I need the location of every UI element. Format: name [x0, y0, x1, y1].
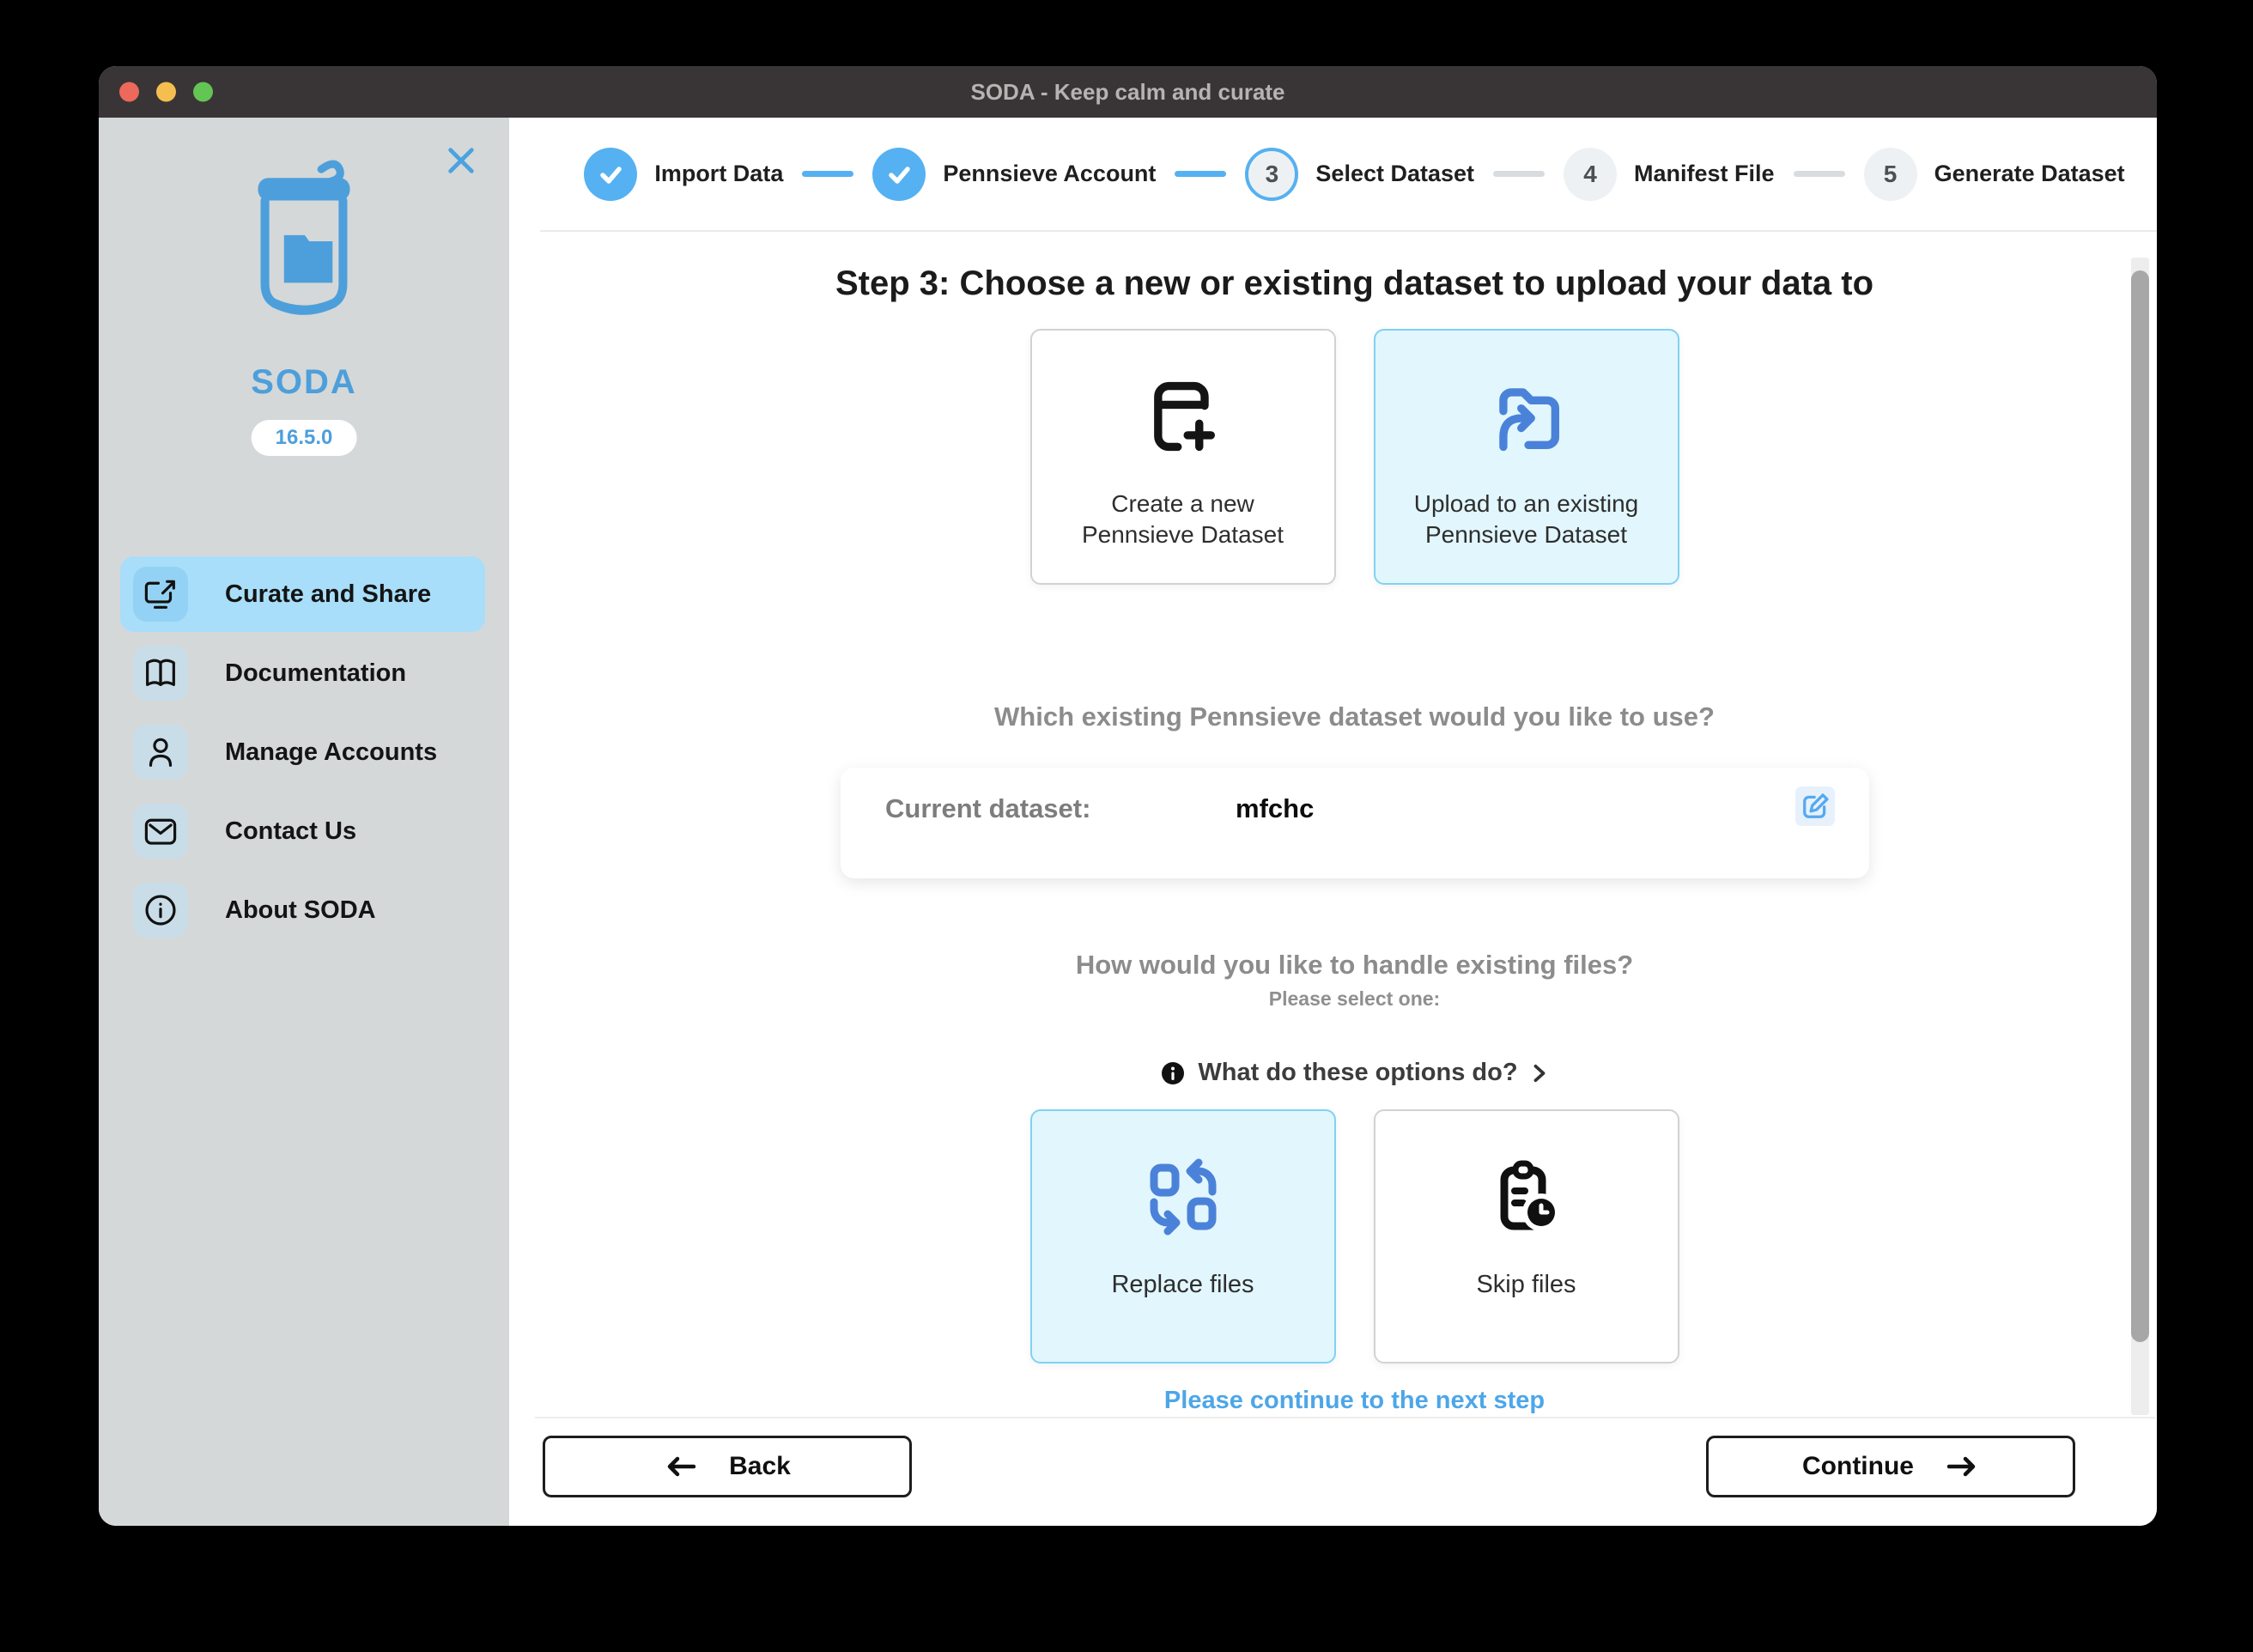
sidebar-item-about-soda[interactable]: About SODA: [120, 872, 485, 948]
card-label: Skip files: [1476, 1271, 1576, 1298]
zoom-window-button[interactable]: [193, 82, 213, 102]
arrow-left-icon: [667, 1456, 696, 1477]
sidebar-item-manage-accounts[interactable]: Manage Accounts: [120, 714, 485, 790]
step-number: 5: [1883, 160, 1898, 187]
page-title: Step 3: Choose a new or existing dataset…: [835, 264, 1874, 302]
step-5-circle: 5: [1863, 147, 1917, 201]
step-3-circle: 3: [1245, 147, 1299, 201]
stepper-divider: [540, 230, 2157, 232]
sidebar-nav: Curate and Share Documentation Manage Ac…: [120, 556, 485, 948]
sidebar-item-label: Contact Us: [225, 817, 357, 845]
current-dataset-value: mfchc: [1236, 793, 1315, 823]
arrow-right-icon: [1946, 1456, 1976, 1477]
handle-files-question: How would you like to handle existing fi…: [1075, 950, 1634, 980]
chevron-right-icon: [1533, 1064, 1545, 1082]
sidebar-item-label: Documentation: [225, 659, 407, 687]
step-label: Import Data: [654, 161, 784, 186]
sidebar-item-documentation[interactable]: Documentation: [120, 635, 485, 711]
skip-files-card[interactable]: Skip files: [1373, 1109, 1679, 1364]
step-number: 3: [1265, 160, 1279, 187]
existing-dataset-question: Which existing Pennsieve dataset would y…: [994, 701, 1715, 732]
info-filled-icon: [1162, 1061, 1185, 1084]
mail-icon: [133, 804, 188, 859]
traffic-lights: [119, 82, 213, 102]
scrollbar-track[interactable]: [2131, 258, 2149, 1415]
version-badge: 16.5.0: [251, 420, 357, 456]
continue-button[interactable]: Continue: [1706, 1436, 2075, 1497]
continue-button-label: Continue: [1802, 1452, 1914, 1480]
step-select-dataset[interactable]: 3 Select Dataset: [1245, 147, 1475, 201]
step-label: Pennsieve Account: [943, 161, 1157, 186]
step-4-circle: 4: [1564, 147, 1618, 201]
step-2-check-icon: [872, 147, 926, 201]
upload-existing-dataset-card[interactable]: Upload to an existing Pennsieve Dataset: [1373, 329, 1679, 585]
step-1-check-icon: [584, 147, 638, 201]
card-label: Create a new Pennsieve Dataset: [1081, 490, 1284, 549]
options-help-link[interactable]: What do these options do?: [552, 1059, 2157, 1087]
sidebar-item-contact-us[interactable]: Contact Us: [120, 793, 485, 869]
app-name: SODA: [251, 363, 357, 401]
step-manifest-file[interactable]: 4 Manifest File: [1564, 147, 1775, 201]
step-pennsieve-account[interactable]: Pennsieve Account: [872, 147, 1157, 201]
stepper-connector: [1493, 171, 1546, 177]
main-content: Import Data Pennsieve Account 3 Select D…: [509, 118, 2157, 1526]
continue-hint: Please continue to the next step: [1163, 1387, 1546, 1414]
step-generate-dataset[interactable]: 5 Generate Dataset: [1863, 147, 2125, 201]
stepper-connector: [802, 171, 854, 177]
share-monitor-icon: [133, 567, 188, 622]
progress-stepper: Import Data Pennsieve Account 3 Select D…: [552, 118, 2157, 230]
titlebar: SODA - Keep calm and curate: [99, 66, 2157, 118]
step-number: 4: [1583, 160, 1597, 187]
clipboard-clock-icon: [1485, 1154, 1568, 1240]
create-new-dataset-card[interactable]: Create a new Pennsieve Dataset: [1029, 329, 1336, 585]
step-label: Manifest File: [1634, 161, 1775, 186]
dataset-add-icon: [1140, 374, 1226, 459]
card-label: Upload to an existing Pennsieve Dataset: [1413, 490, 1639, 549]
current-dataset-label: Current dataset:: [885, 793, 1091, 823]
edit-dataset-button[interactable]: [1795, 787, 1835, 826]
folder-arrow-icon: [1484, 374, 1570, 459]
sidebar-item-curate-and-share[interactable]: Curate and Share: [120, 556, 485, 632]
info-icon: [133, 883, 188, 938]
sidebar: SODA 16.5.0 Curate and Share Documentati…: [99, 118, 509, 1526]
options-help-label: What do these options do?: [1198, 1059, 1518, 1086]
stepper-connector: [1793, 171, 1845, 177]
swap-icon: [1142, 1154, 1224, 1240]
close-window-button[interactable]: [119, 82, 139, 102]
soda-can-logo-icon: [99, 155, 509, 337]
current-dataset-card: Current dataset: mfchc: [841, 768, 1869, 878]
step-label: Select Dataset: [1315, 161, 1475, 186]
file-option-cards: Replace files Skip files: [552, 1109, 2157, 1364]
app-window: SODA - Keep calm and curate SODA 16.5.0 …: [99, 66, 2157, 1526]
stepper-connector: [1175, 171, 1227, 177]
card-label: Replace files: [1111, 1271, 1254, 1298]
book-icon: [133, 646, 188, 701]
dataset-option-cards: Create a new Pennsieve Dataset Upload to…: [552, 329, 2157, 585]
window-title: SODA - Keep calm and curate: [970, 78, 1285, 105]
back-button[interactable]: Back: [543, 1436, 912, 1497]
back-button-label: Back: [729, 1452, 791, 1480]
user-icon: [133, 725, 188, 780]
footer-divider: [535, 1417, 2155, 1418]
step-import-data[interactable]: Import Data: [584, 147, 784, 201]
minimize-window-button[interactable]: [156, 82, 176, 102]
replace-files-card[interactable]: Replace files: [1029, 1109, 1336, 1364]
select-one-label: Please select one:: [1268, 987, 1441, 1010]
sidebar-item-label: Curate and Share: [225, 580, 432, 608]
sidebar-item-label: About SODA: [225, 896, 376, 924]
sidebar-item-label: Manage Accounts: [225, 738, 438, 766]
step-label: Generate Dataset: [1934, 161, 2125, 186]
scrollbar-thumb[interactable]: [2131, 270, 2149, 1342]
